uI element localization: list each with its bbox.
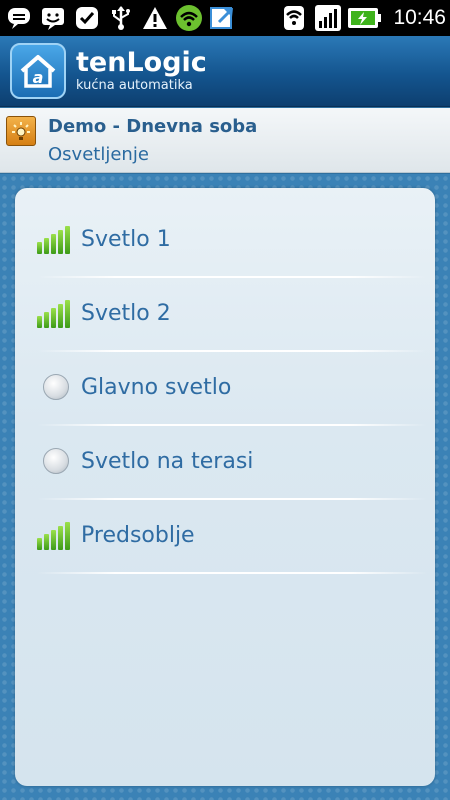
messenger-notification-icon xyxy=(38,3,68,33)
wifi-signal-icon xyxy=(279,3,309,33)
dimmer-level-icon xyxy=(37,298,75,328)
svg-text:a: a xyxy=(33,68,44,87)
room-title: Demo - Dnevna soba xyxy=(48,116,258,137)
device-label: Predsoblje xyxy=(81,522,195,548)
device-row-svetlo-1[interactable]: Svetlo 1 xyxy=(37,202,417,276)
device-row-glavno-svetlo[interactable]: Glavno svetlo xyxy=(37,350,417,424)
dimmer-level-icon xyxy=(37,224,75,254)
category-title: Osvetljenje xyxy=(48,144,149,165)
light-off-icon xyxy=(37,372,75,402)
home-logo-icon: a xyxy=(10,43,66,99)
light-off-icon xyxy=(37,446,75,476)
device-list-panel: Svetlo 1 Svetlo 2 Glavno svetlo Svetlo n… xyxy=(15,188,435,786)
dimmer-level-icon xyxy=(37,520,75,550)
light-category-icon xyxy=(6,116,36,146)
warning-icon xyxy=(140,3,170,33)
device-label: Svetlo 1 xyxy=(81,226,171,252)
divider xyxy=(37,572,427,574)
battery-charging-icon xyxy=(347,3,382,33)
checkmark-notification-icon xyxy=(72,3,102,33)
device-row-svetlo-na-terasi[interactable]: Svetlo na terasi xyxy=(37,424,417,498)
device-row-svetlo-2[interactable]: Svetlo 2 xyxy=(37,276,417,350)
app-header: a tenLogic kućna automatika xyxy=(0,36,450,107)
wifi-notification-icon xyxy=(174,3,204,33)
clock: 10:46 xyxy=(393,6,446,29)
breadcrumb[interactable]: Demo - Dnevna soba Osvetljenje xyxy=(0,108,450,173)
app-subtitle: kućna automatika xyxy=(76,78,193,93)
device-label: Svetlo 2 xyxy=(81,300,171,326)
device-row-predsoblje[interactable]: Predsoblje xyxy=(37,498,417,572)
device-label: Glavno svetlo xyxy=(81,374,232,400)
app-title: tenLogic xyxy=(76,47,207,78)
usb-icon xyxy=(106,3,136,33)
device-label: Svetlo na terasi xyxy=(81,448,254,474)
chat-notification-icon xyxy=(4,3,34,33)
status-bar: 10:46 xyxy=(0,0,450,36)
cell-signal-icon xyxy=(313,3,343,33)
share-notification-icon xyxy=(208,3,238,33)
